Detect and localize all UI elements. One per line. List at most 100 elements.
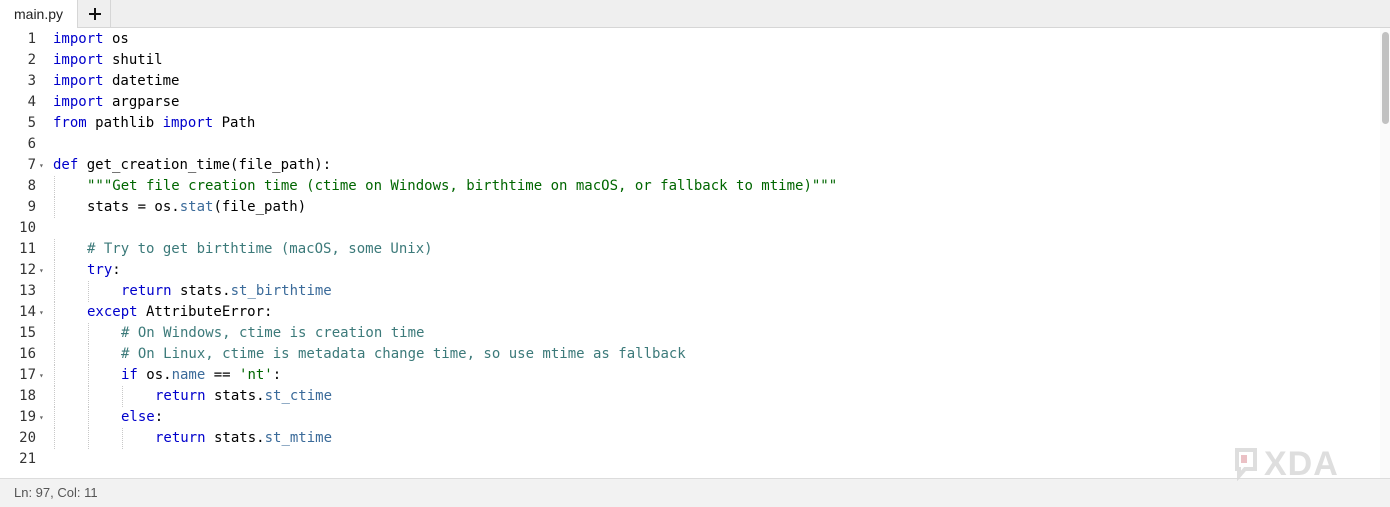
- code-token: # On Windows, ctime is creation time: [121, 325, 425, 341]
- code-token: stat: [179, 199, 214, 215]
- line-number: 12: [19, 262, 36, 278]
- code-token: return: [121, 283, 172, 299]
- tab-main-py[interactable]: main.py: [0, 0, 78, 28]
- status-bar: Ln: 97, Col: 11: [0, 478, 1390, 507]
- code-token: name: [171, 367, 206, 383]
- code-token: # On Linux, ctime is metadata change tim…: [121, 346, 686, 362]
- code-line[interactable]: return stats.st_ctime: [155, 386, 332, 407]
- indent-guide: [54, 176, 55, 197]
- scrollbar-thumb[interactable]: [1382, 32, 1389, 124]
- code-token: try: [87, 262, 113, 278]
- indent-guide: [88, 407, 89, 428]
- code-line[interactable]: stats = os.stat(file_path): [87, 197, 306, 218]
- code-token: ==: [205, 367, 240, 383]
- code-token: import: [53, 52, 104, 68]
- code-line[interactable]: # On Linux, ctime is metadata change tim…: [121, 344, 686, 365]
- line-number: 7: [27, 157, 36, 173]
- code-line[interactable]: from pathlib import Path: [53, 113, 255, 134]
- code-token: def: [53, 157, 79, 173]
- indent-guide: [54, 260, 55, 281]
- code-token: if: [121, 367, 138, 383]
- indent-guide: [54, 323, 55, 344]
- line-number: 5: [27, 115, 36, 131]
- fold-toggle-icon[interactable]: ▾: [39, 155, 47, 176]
- code-line[interactable]: try:: [87, 260, 121, 281]
- code-token: return: [155, 388, 206, 404]
- code-token: datetime: [103, 73, 180, 89]
- code-token: 'nt': [239, 367, 273, 383]
- code-token: st_birthtime: [230, 283, 332, 299]
- code-line[interactable]: # Try to get birthtime (macOS, some Unix…: [87, 239, 433, 260]
- code-line[interactable]: else:: [121, 407, 163, 428]
- line-number: 9: [27, 199, 36, 215]
- code-line[interactable]: import shutil: [53, 50, 163, 71]
- code-editor[interactable]: 1 2 3 4 5 6 7 ▾ 8 9 10 11 12 ▾ 13 14 ▾ 15 16 17 ▾ 18 19 ▾ 20 21 i…: [0, 28, 1390, 478]
- plus-icon: [88, 8, 101, 20]
- indent-guide: [54, 302, 55, 323]
- code-token: import: [162, 115, 214, 131]
- code-token: """Get file creation time (ctime on Wind…: [87, 178, 838, 194]
- line-number: 20: [19, 430, 36, 446]
- indent-guide: [54, 344, 55, 365]
- line-number: 2: [27, 52, 36, 68]
- code-token: import: [53, 94, 104, 110]
- code-token: import: [53, 73, 104, 89]
- cursor-position: Ln: 97, Col: 11: [14, 485, 98, 500]
- code-line[interactable]: """Get file creation time (ctime on Wind…: [87, 176, 837, 197]
- code-line[interactable]: # On Windows, ctime is creation time: [121, 323, 424, 344]
- line-number: 3: [27, 73, 36, 89]
- line-number: 17: [19, 367, 36, 383]
- code-line[interactable]: return stats.st_mtime: [155, 428, 332, 449]
- code-line[interactable]: import argparse: [53, 92, 179, 113]
- fold-toggle-icon[interactable]: ▾: [39, 407, 47, 428]
- code-line[interactable]: import datetime: [53, 71, 179, 92]
- indent-guide: [88, 344, 89, 365]
- line-number: 15: [19, 325, 36, 341]
- line-number: 21: [19, 451, 36, 467]
- code-line[interactable]: except AttributeError:: [87, 302, 272, 323]
- code-line[interactable]: if os.name == 'nt':: [121, 365, 281, 386]
- new-tab-button[interactable]: [79, 0, 111, 28]
- line-number: 4: [27, 94, 36, 110]
- indent-guide: [54, 407, 55, 428]
- line-number: 6: [27, 136, 36, 152]
- line-number: 16: [19, 346, 36, 362]
- code-line[interactable]: def get_creation_time(file_path):: [53, 155, 331, 176]
- code-token: shutil: [103, 52, 163, 68]
- code-token: stats.: [205, 388, 265, 404]
- indent-guide: [54, 197, 55, 218]
- line-number: 18: [19, 388, 36, 404]
- tab-bar: main.py: [0, 0, 1390, 28]
- indent-guide: [88, 365, 89, 386]
- code-token: from: [53, 115, 87, 131]
- code-token: os: [103, 31, 129, 47]
- code-token: get_creation_time(file_path):: [78, 157, 332, 173]
- indent-guide: [54, 386, 55, 407]
- line-number: 10: [19, 220, 36, 236]
- vertical-scrollbar[interactable]: [1380, 28, 1390, 478]
- indent-guide: [122, 428, 123, 449]
- code-token: except: [87, 304, 138, 320]
- code-token: AttributeError:: [137, 304, 273, 320]
- code-token: # Try to get birthtime (macOS, some Unix…: [87, 241, 433, 257]
- fold-toggle-icon[interactable]: ▾: [39, 365, 47, 386]
- watermark-text: XDA: [1264, 444, 1339, 483]
- code-token: argparse: [103, 94, 180, 110]
- xda-logo-icon: [1235, 448, 1257, 481]
- fold-toggle-icon[interactable]: ▾: [39, 302, 47, 323]
- line-number: 19: [19, 409, 36, 425]
- indent-guide: [54, 239, 55, 260]
- line-number-gutter: 1 2 3 4 5 6 7 ▾ 8 9 10 11 12 ▾ 13 14 ▾ 15 16 17 ▾ 18 19 ▾ 20 21: [0, 28, 50, 478]
- indent-guide: [54, 365, 55, 386]
- code-token: stats.: [171, 283, 231, 299]
- code-token: :: [112, 262, 121, 278]
- code-token: (file_path): [213, 199, 307, 215]
- code-line[interactable]: return stats.st_birthtime: [121, 281, 332, 302]
- line-number: 1: [27, 31, 36, 47]
- indent-guide: [88, 281, 89, 302]
- code-token: import: [53, 31, 104, 47]
- code-line[interactable]: import os: [53, 29, 129, 50]
- indent-guide: [122, 386, 123, 407]
- fold-toggle-icon[interactable]: ▾: [39, 260, 47, 281]
- code-token: stats.: [205, 430, 265, 446]
